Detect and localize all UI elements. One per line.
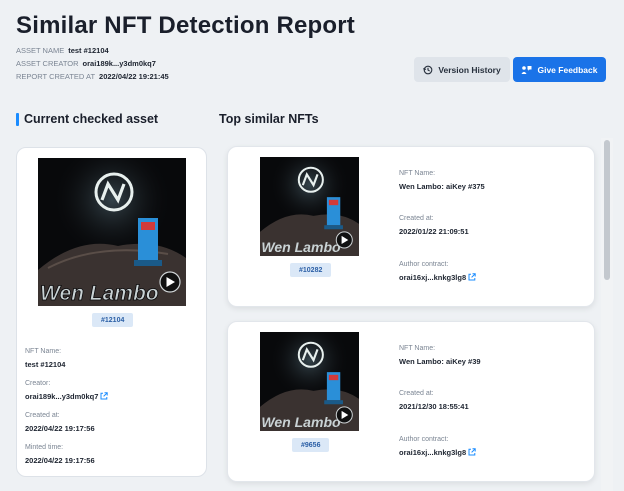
creator-value: orai189k...y3dm0kq7 [25,392,99,401]
creator-link[interactable]: orai189k...y3dm0kq7 [25,392,109,402]
nft-name-value: Wen Lambo: aiKey #39 [399,357,481,366]
report-created-label: REPORT CREATED AT [16,72,96,81]
author-contract-label: Author contract: [399,436,449,443]
report-created-value: 2022/04/22 19:21:45 [99,72,169,81]
page-title: Similar NFT Detection Report [16,12,355,39]
creator-label: Creator: [25,380,51,387]
nft-name-value: test #12104 [25,360,66,369]
give-feedback-label: Give Feedback [537,64,598,75]
created-at-label: Created at: [399,215,434,222]
author-contract-value: orai16xj...knkg3lg8 [399,273,467,282]
asset-creator-value: orai189k...y3dm0kq7 [82,59,156,68]
created-at-label: Created at: [399,390,434,397]
similar-nft-card: Wen Lambo #9656 NFT Name: Wen Lambo: aiK… [227,321,595,482]
nft-name-label: NFT Name: [399,345,436,352]
nft-image[interactable]: Wen Lambo [260,332,359,431]
asset-name-label: ASSET NAME [16,46,65,55]
image-watermark-text: Wen Lambo [261,414,341,430]
nft-name-label: NFT Name: [25,348,62,355]
author-contract-link[interactable]: orai16xj...knkg3lg8 [399,273,476,283]
similar-nfts-list[interactable]: Wen Lambo #10282 NFT Name: Wen Lambo: ai… [219,138,613,491]
current-asset-card: Wen Lambo #12104 NFT Name: test #12104 C… [16,147,207,477]
version-history-label: Version History [438,64,501,75]
created-at-label: Created at: [25,412,60,419]
author-contract-value: orai16xj...knkg3lg8 [399,448,467,457]
scrollbar-thumb[interactable] [604,140,610,280]
minted-time-value: 2022/04/22 19:17:56 [25,456,95,465]
image-watermark-text: Wen Lambo [261,239,341,255]
asset-creator-label: ASSET CREATOR [16,59,79,68]
current-asset-heading: Current checked asset [16,112,158,126]
created-at-value: 2022/04/22 19:17:56 [25,424,95,433]
image-watermark-text: Wen Lambo [40,282,159,305]
play-icon[interactable] [159,271,181,293]
asset-name-value: test #12104 [68,46,109,55]
created-at-value: 2021/12/30 18:55:41 [399,402,469,411]
external-link-icon[interactable] [468,448,476,458]
report-created-row: REPORT CREATED AT 2022/04/22 19:21:45 [16,72,169,81]
created-at-value: 2022/01/22 21:09:51 [399,227,469,236]
minted-time-label: Minted time: [25,444,64,451]
play-icon[interactable] [335,231,353,249]
external-link-icon[interactable] [100,392,109,402]
scrollbar[interactable] [601,138,613,491]
nft-name-label: NFT Name: [399,170,436,177]
nft-name-value: Wen Lambo: aiKey #375 [399,182,485,191]
history-icon [423,65,433,75]
token-id-badge[interactable]: #12104 [92,313,134,327]
nft-image[interactable]: Wen Lambo [260,157,359,256]
version-history-button[interactable]: Version History [414,57,510,82]
author-contract-label: Author contract: [399,261,449,268]
token-id-badge[interactable]: #10282 [290,263,332,277]
asset-name-row: ASSET NAME test #12104 [16,46,109,55]
similar-nft-card: Wen Lambo #10282 NFT Name: Wen Lambo: ai… [227,146,595,307]
play-icon[interactable] [335,406,353,424]
give-feedback-button[interactable]: Give Feedback [513,57,606,82]
author-contract-link[interactable]: orai16xj...knkg3lg8 [399,448,476,458]
asset-creator-row: ASSET CREATOR orai189k...y3dm0kq7 [16,59,156,68]
external-link-icon[interactable] [468,273,476,283]
similar-nfts-heading: Top similar NFTs [219,112,319,126]
token-id-badge[interactable]: #9656 [292,438,330,452]
nft-image[interactable]: Wen Lambo [38,158,186,306]
feedback-icon [521,65,532,75]
